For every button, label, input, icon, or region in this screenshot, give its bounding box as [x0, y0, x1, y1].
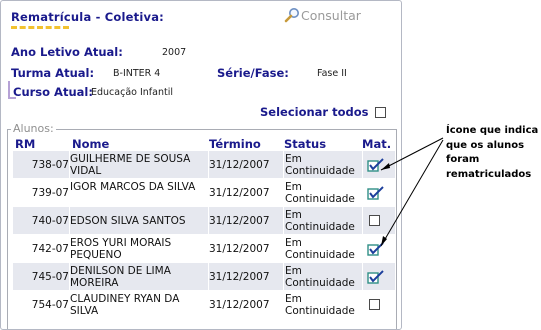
table-row: 739-07 IGOR MARCOS DA SILVA 31/12/2007 E…: [13, 179, 395, 207]
cell-status: Em Continuidade: [285, 293, 355, 317]
cell-rm: 742-07: [31, 243, 69, 255]
select-all-checkbox[interactable]: [375, 106, 387, 118]
col-mat: Mat.: [362, 137, 392, 151]
alunos-legend: Alunos:: [11, 122, 56, 135]
ano-letivo-value: 2007: [162, 47, 187, 58]
col-status: Status: [284, 137, 327, 151]
cell-rm: 738-07: [31, 159, 69, 171]
cell-status: Em Continuidade: [285, 153, 355, 177]
checked-clipboard-icon: [367, 158, 384, 172]
consultar-label: Consultar: [301, 7, 361, 23]
cell-rm: 739-07: [31, 187, 69, 199]
select-all-label: Selecionar todos: [260, 105, 369, 119]
cell-nome: EROS YURI MORAIS PEQUENO: [70, 237, 172, 261]
cell-nome: CLAUDINEY RYAN DA SILVA: [70, 293, 180, 317]
cell-rm: 740-07: [31, 215, 69, 227]
cell-status: Em Continuidade: [285, 209, 355, 233]
curso-label: Curso Atual:: [13, 85, 93, 99]
empty-checkbox[interactable]: [369, 215, 380, 226]
annotation-text: Ícone que indica que os alunos foram rem…: [446, 125, 539, 180]
checked-clipboard-icon: [367, 186, 384, 200]
select-all-toggle[interactable]: Selecionar todos: [260, 105, 387, 119]
cell-termino: 31/12/2007: [209, 243, 270, 255]
consultar-button[interactable]: Consultar: [284, 7, 361, 23]
table-row: 742-07 EROS YURI MORAIS PEQUENO 31/12/20…: [13, 235, 395, 263]
mat-toggle[interactable]: [367, 270, 384, 287]
cell-nome: DENILSON DE LIMA MOREIRA: [70, 265, 171, 289]
alunos-table: 738-07 GUILHERME DE SOUSA VIDAL 31/12/20…: [13, 151, 395, 319]
page-title: Rematrícula - Coletiva:: [11, 10, 164, 24]
cell-status: Em Continuidade: [285, 237, 355, 261]
mat-toggle[interactable]: [367, 242, 384, 259]
col-rm: RM: [15, 137, 36, 151]
checked-clipboard-icon: [367, 242, 384, 256]
cell-nome: EDSON SILVA SANTOS: [70, 215, 186, 227]
curso-value: Educação Infantil: [91, 87, 173, 98]
cell-termino: 31/12/2007: [209, 215, 270, 227]
title-underline: [11, 26, 69, 29]
mat-checkbox[interactable]: [369, 215, 380, 229]
cell-status: Em Continuidade: [285, 181, 355, 205]
turma-value: B-INTER 4: [113, 68, 161, 79]
cell-rm: 745-07: [31, 271, 69, 283]
serie-label: Série/Fase:: [217, 66, 289, 80]
cell-termino: 31/12/2007: [209, 159, 270, 171]
magnifier-icon: [284, 8, 299, 23]
col-nome: Nome: [72, 137, 110, 151]
ano-letivo-label: Ano Letivo Atual:: [11, 45, 123, 59]
table-row: 745-07 DENILSON DE LIMA MOREIRA 31/12/20…: [13, 263, 395, 291]
checked-clipboard-icon: [367, 270, 384, 284]
cell-nome: IGOR MARCOS DA SILVA: [70, 181, 196, 193]
table-row: 738-07 GUILHERME DE SOUSA VIDAL 31/12/20…: [13, 151, 395, 179]
table-row: 740-07 EDSON SILVA SANTOS 31/12/2007 Em …: [13, 207, 395, 235]
cell-termino: 31/12/2007: [209, 271, 270, 283]
turma-label: Turma Atual:: [11, 66, 95, 80]
cell-nome: GUILHERME DE SOUSA VIDAL: [70, 153, 191, 177]
col-termino: Término: [209, 137, 261, 151]
empty-checkbox[interactable]: [369, 299, 380, 310]
mat-toggle[interactable]: [367, 186, 384, 203]
rematricula-panel: Rematrícula - Coletiva: Consultar Ano Le…: [0, 0, 402, 330]
cell-termino: 31/12/2007: [209, 299, 270, 311]
cell-rm: 754-07: [31, 299, 69, 311]
mat-checkbox[interactable]: [369, 299, 380, 313]
cell-status: Em Continuidade: [285, 265, 355, 289]
serie-value: Fase II: [317, 68, 347, 79]
cell-termino: 31/12/2007: [209, 187, 270, 199]
mat-toggle[interactable]: [367, 158, 384, 175]
table-row: 754-07 CLAUDINEY RYAN DA SILVA 31/12/200…: [13, 291, 395, 319]
